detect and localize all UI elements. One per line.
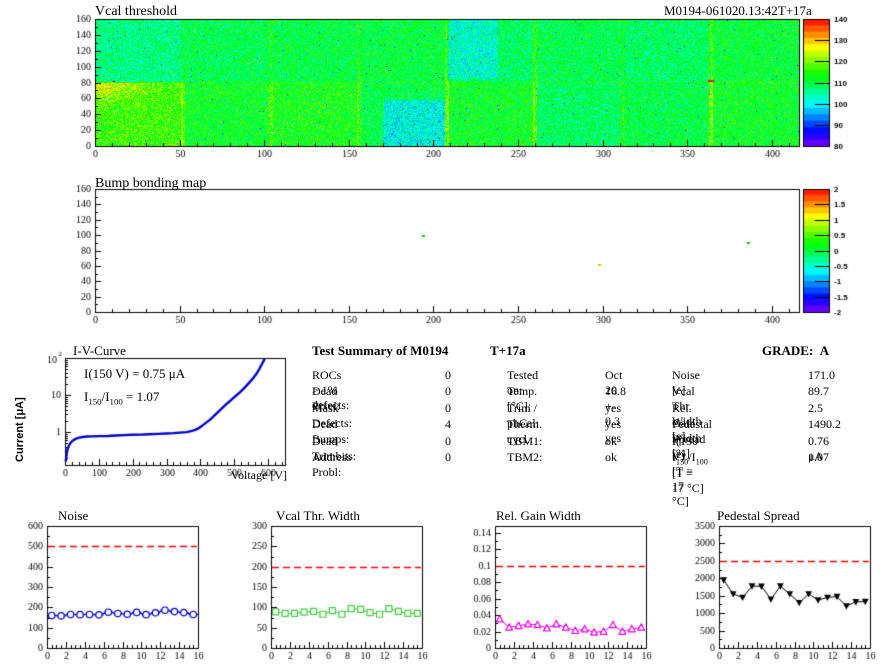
summary-label: I150/I100 [T = 17 °C] [672, 450, 708, 496]
module-id: M0194-061020.13:42T+17a [664, 3, 812, 19]
summary-value: 89.7 [808, 384, 829, 399]
pedestal-plot-title: Pedestal Spread [717, 508, 800, 524]
summary-value: 1490.2 [808, 417, 841, 432]
summary-value: 0 [445, 368, 451, 383]
summary-label: Address Probl: [312, 450, 351, 480]
vcal-width-plot-title: Vcal Thr. Width [276, 508, 360, 524]
summary-value: 171.0 [808, 368, 835, 383]
charts-canvas [0, 0, 896, 672]
noise-plot-title: Noise [58, 508, 88, 524]
summary-title: Test Summary of M0194 [312, 343, 448, 359]
bump-map-title: Bump bonding map [95, 176, 206, 192]
grade-value: A [820, 343, 829, 358]
summary-value: 0 [445, 384, 451, 399]
test-report-page: { "header": { "module_id": "M0194-061020… [0, 0, 896, 672]
summary-value: ok [605, 450, 617, 465]
summary-value: 0 [445, 434, 451, 449]
summary-value: 2.5 [808, 401, 823, 416]
gain-width-plot-title: Rel. Gain Width [496, 508, 581, 524]
summary-value: yes [605, 417, 621, 432]
summary-temp-tag: T+17a [490, 343, 526, 359]
vcal-map-title: Vcal threshold [95, 4, 177, 20]
iv-curve-title: I-V-Curve [73, 343, 126, 359]
summary-label: TBM2: [507, 450, 542, 465]
summary-value: 4 [445, 417, 451, 432]
summary-value: 0 [445, 401, 451, 416]
iv-y-axis-label: Current [μA] [14, 397, 26, 462]
summary-value: ok [605, 434, 617, 449]
test-summary-block: Test Summary of M0194 T+17a GRADE: A ROC… [312, 337, 896, 477]
summary-value: 0 [445, 450, 451, 465]
summary-label: TBM1: [507, 434, 542, 449]
iv-x-axis-label: Voltage [V] [215, 468, 287, 483]
summary-value: 1.07 [808, 450, 829, 465]
iv-annotation-ratio: I150/I100 = 1.07 [84, 389, 159, 407]
grade-label: GRADE: A [762, 343, 829, 359]
iv-annotation-current: I(150 V) = 0.75 μA [84, 366, 185, 382]
